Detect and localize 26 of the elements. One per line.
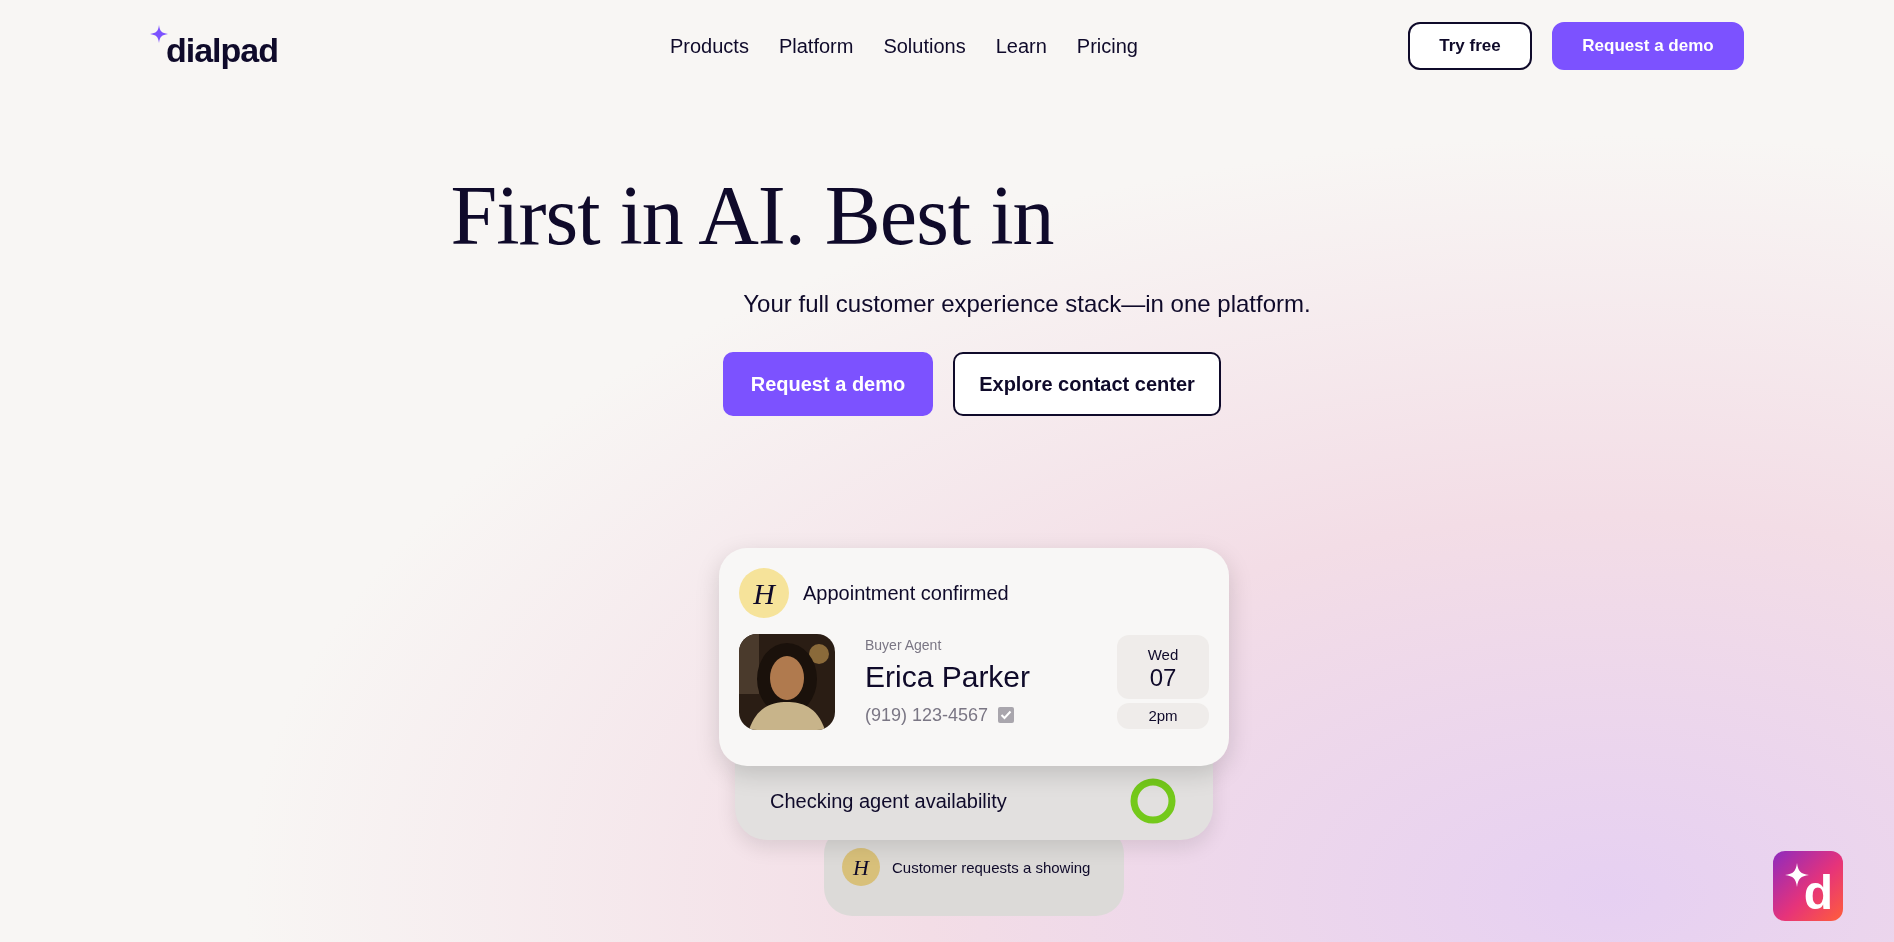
header-button[interactable]: Request a demo: [1552, 22, 1744, 70]
avatar-letter: H: [842, 848, 880, 886]
agent-role: Buyer Agent: [865, 636, 943, 656]
nav-link[interactable]: Solutions: [883, 31, 966, 61]
hero-subtitle: Your full customer experience stack—in one platform.: [743, 289, 1311, 319]
sparkle-icon: [150, 25, 168, 43]
card-title: Appointment confirmed: [803, 581, 1009, 606]
nav-link[interactable]: Learn: [995, 31, 1047, 61]
nav-link[interactable]: Platform: [778, 31, 854, 61]
logo[interactable]: dialpad: [166, 33, 279, 67]
avatar-letter: H: [739, 568, 789, 618]
agent-phone: (919) 123-4567: [865, 703, 989, 727]
nav-link[interactable]: Products: [670, 31, 749, 61]
header-button[interactable]: Try free: [1408, 22, 1532, 70]
hero-headline: First in AI. Best in: [450, 174, 1054, 258]
agent-name: Erica Parker: [865, 659, 1032, 696]
progress-ring-icon: [1130, 778, 1176, 824]
time-pill: 2pm: [1117, 703, 1209, 729]
status-text: Checking agent availability: [770, 789, 1007, 814]
hero-button[interactable]: Explore contact center: [953, 352, 1221, 416]
hero-button[interactable]: Request a demo: [723, 352, 933, 416]
day-label: Wed: [1147, 644, 1179, 665]
chat-button[interactable]: d: [1773, 851, 1843, 921]
date-number: 07: [1149, 666, 1177, 691]
nav-link[interactable]: Pricing: [1076, 31, 1138, 61]
request-text: Customer requests a showing: [892, 858, 1091, 878]
